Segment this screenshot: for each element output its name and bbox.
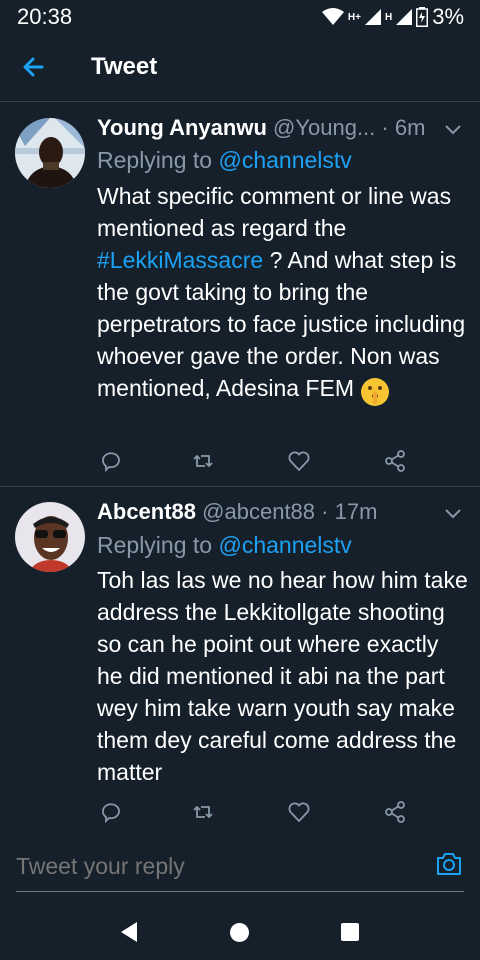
back-arrow-icon	[23, 57, 44, 77]
camera-icon	[437, 853, 461, 875]
chevron-down-icon[interactable]	[444, 508, 462, 520]
signal-icon	[364, 9, 381, 25]
share-icon[interactable]	[383, 800, 407, 824]
network-type-label: H+	[347, 11, 361, 23]
replying-to-label: Replying to	[97, 532, 213, 558]
replying-to-mention[interactable]: @channelstv	[218, 532, 351, 558]
nav-home-button[interactable]	[230, 923, 249, 942]
back-button[interactable]	[18, 52, 52, 82]
replying-to-mention[interactable]: @channelstv	[218, 147, 351, 173]
reply-composer	[0, 831, 480, 903]
avatar[interactable]	[15, 502, 85, 572]
hashtag-link[interactable]: #LekkiMassacre	[97, 247, 263, 273]
tweet-time: · 6m	[381, 115, 426, 140]
tweet-header: Young Anyanwu @Young... · 6m	[97, 115, 425, 141]
user-handle[interactable]: @abcent88	[202, 499, 315, 524]
replying-to: Replying to @channelstv	[97, 532, 352, 559]
tweet-header: Abcent88 @abcent88 · 17m	[97, 499, 377, 525]
tweet-text: Toh las las we no hear how him take addr…	[97, 567, 468, 785]
like-icon[interactable]	[287, 800, 311, 824]
retweet-icon[interactable]	[191, 449, 215, 473]
chevron-down-icon[interactable]	[444, 124, 462, 136]
display-name[interactable]: Young Anyanwu	[97, 115, 267, 140]
share-icon[interactable]	[383, 449, 407, 473]
battery-percent: 3%	[432, 4, 464, 29]
tweet-text: What specific comment or line was mentio…	[97, 180, 469, 407]
like-icon[interactable]	[287, 449, 311, 473]
battery-icon	[416, 7, 429, 27]
camera-button[interactable]	[435, 851, 463, 877]
shushing-face-emoji-icon	[361, 377, 390, 406]
user-handle[interactable]: @Young...	[273, 115, 375, 140]
signal-icon	[396, 9, 413, 25]
nav-recents-button[interactable]	[341, 923, 359, 941]
input-underline	[16, 891, 464, 892]
reply-input[interactable]	[16, 853, 366, 880]
tweet-actions	[97, 800, 417, 826]
avatar[interactable]	[15, 118, 85, 188]
display-name[interactable]: Abcent88	[97, 499, 196, 524]
reply-icon[interactable]	[99, 449, 123, 473]
replying-to-label: Replying to	[97, 147, 213, 173]
network-type-label-2: H	[384, 11, 393, 23]
app-header: Tweet	[0, 34, 480, 102]
tweet-item[interactable]: Young Anyanwu @Young... · 6m Replying to…	[0, 103, 480, 487]
wifi-icon	[321, 8, 344, 25]
retweet-icon[interactable]	[191, 800, 215, 824]
page-title: Tweet	[91, 53, 158, 80]
status-bar: 20:38 H+ H 3%	[0, 0, 480, 34]
tweet-actions	[97, 449, 417, 475]
status-time: 20:38	[17, 4, 73, 29]
tweet-text-part: What specific comment or line was mentio…	[97, 183, 452, 241]
tweet-item[interactable]: Abcent88 @abcent88 · 17m Replying to @ch…	[0, 488, 480, 832]
status-icons: H+ H 3%	[321, 4, 464, 30]
reply-icon[interactable]	[99, 800, 123, 824]
system-nav-bar	[0, 903, 480, 960]
nav-back-icon[interactable]	[119, 921, 139, 943]
tweet-time: · 17m	[321, 499, 378, 524]
replying-to: Replying to @channelstv	[97, 147, 352, 174]
